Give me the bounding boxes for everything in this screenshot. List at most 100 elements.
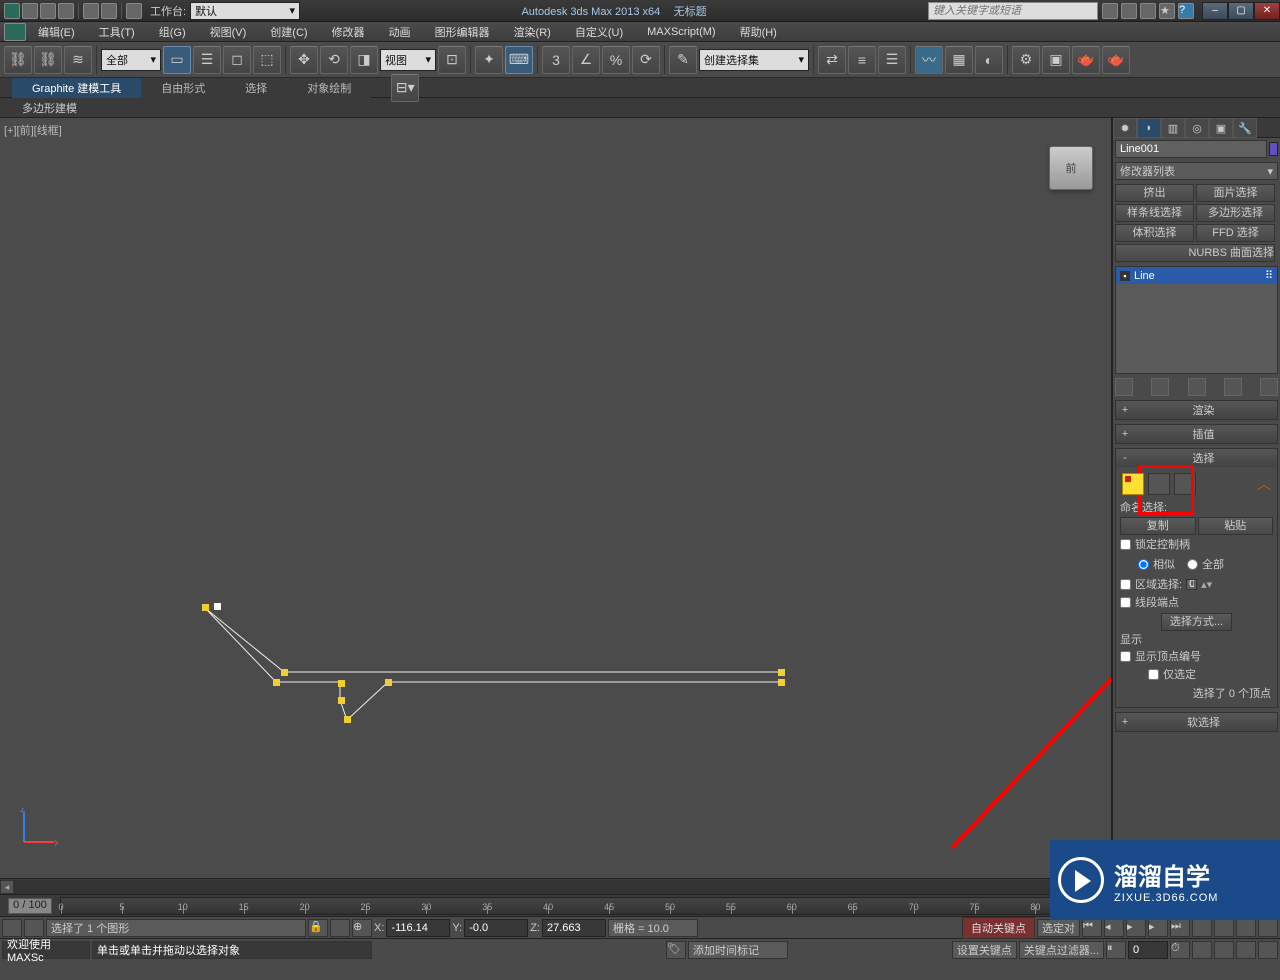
mod-btn-patchsel[interactable]: 面片选择 [1196,184,1275,202]
pin-stack-icon[interactable] [1115,378,1133,396]
nav-fov-icon[interactable] [1258,919,1278,937]
app-menu-icon[interactable] [4,23,26,41]
select-object-icon[interactable]: ▭ [163,46,191,74]
menu-custom[interactable]: 自定义(U) [563,22,635,42]
menu-modifier[interactable]: 修改器 [320,22,377,42]
isolate-icon[interactable] [330,919,350,937]
scale-tool-icon[interactable]: ◨ [350,46,378,74]
nav-pan-icon[interactable] [1192,941,1212,959]
show-end-icon[interactable] [1151,378,1169,396]
selection-filter-dropdown[interactable]: 全部▾ [101,49,161,71]
auto-key-button[interactable]: 自动关键点 [962,917,1035,939]
save-icon[interactable] [58,3,74,19]
snap-toggle-icon[interactable]: 3 [542,46,570,74]
open-icon[interactable] [40,3,56,19]
move-tool-icon[interactable]: ✥ [290,46,318,74]
modifier-list-dropdown[interactable]: 修改器列表▾ [1115,162,1278,180]
lock-handles-check[interactable] [1120,539,1131,550]
curve-editor-icon[interactable]: 〰 [915,46,943,74]
frame-input[interactable] [1128,941,1168,959]
modifier-stack[interactable]: ▪ Line ⠿ [1115,266,1278,374]
next-frame-icon[interactable]: ▸ [1148,919,1168,937]
menu-help[interactable]: 帮助(H) [728,22,789,42]
mod-btn-ffdsel[interactable]: FFD 选择 [1196,224,1275,242]
chevron-up-icon[interactable]: ︿ [1257,474,1271,494]
render-frame-icon[interactable]: ▣ [1042,46,1070,74]
time-config-icon[interactable]: ⏱ [1170,941,1190,959]
exchange-icon[interactable] [1121,3,1137,19]
listener-icon[interactable] [24,919,44,937]
named-sel-edit-icon[interactable]: ✎ [669,46,697,74]
window-crossing-icon[interactable]: ⬚ [253,46,281,74]
mod-btn-nurbs[interactable]: NURBS 曲面选择 [1115,244,1275,262]
unlink-tool-icon[interactable]: ⛓ [34,46,62,74]
unique-icon[interactable] [1188,378,1206,396]
mod-btn-splinesel[interactable]: 样条线选择 [1115,204,1194,222]
menu-animation[interactable]: 动画 [377,22,423,42]
object-name-input[interactable] [1115,140,1267,158]
link-icon[interactable] [126,3,142,19]
nav-walk-icon[interactable] [1258,941,1278,959]
menu-view[interactable]: 视图(V) [198,22,259,42]
copy-button[interactable]: 复制 [1120,517,1196,535]
menu-render[interactable]: 渲染(R) [502,22,563,42]
redo-icon[interactable] [101,3,117,19]
time-slider[interactable]: 0 / 100 [8,898,52,914]
app-icon[interactable] [4,3,20,19]
maximize-button[interactable]: ▢ [1228,2,1254,20]
show-vnum-check[interactable] [1120,651,1131,662]
keyboard-shortcut-icon[interactable]: ⌨ [505,46,533,74]
goto-end-icon[interactable]: ⏭ [1170,919,1190,937]
manipulate-icon[interactable]: ✦ [475,46,503,74]
only-sel-check[interactable] [1148,669,1159,680]
prev-frame-icon[interactable]: ◂ [1104,919,1124,937]
pivot-center-icon[interactable]: ⊡ [438,46,466,74]
key-filter-button[interactable]: 关键点过滤器... [1019,941,1104,959]
seg-end-check[interactable] [1120,597,1131,608]
render-production-icon[interactable]: 🫖 [1102,46,1130,74]
menu-tools[interactable]: 工具(T) [87,22,147,42]
menu-edit[interactable]: 编辑(E) [26,22,87,42]
nav-zoom-all-icon[interactable] [1214,919,1234,937]
ref-coord-dropdown[interactable]: 视图▾ [380,49,436,71]
viewport[interactable]: [+][前][线框] 前 z x [0,118,1112,878]
tab-motion-icon[interactable]: ◎ [1185,118,1209,138]
nav-zoom-icon[interactable] [1192,919,1212,937]
sel-lock-dd[interactable]: 选定对 [1037,919,1080,937]
bind-spacewarp-icon[interactable]: ≋ [64,46,92,74]
mod-btn-volsel[interactable]: 体积选择 [1115,224,1194,242]
sel-lock-icon[interactable]: ⊕ [352,919,372,937]
search-icon[interactable] [1102,3,1118,19]
ribbon-tab-select[interactable]: 选择 [225,78,287,98]
named-sel-dropdown[interactable]: 创建选择集▾ [699,49,809,71]
coord-z-input[interactable] [542,919,606,937]
workspace-dropdown[interactable]: 默认▾ [190,2,300,20]
menu-group[interactable]: 组(G) [147,22,198,42]
favorite-icon[interactable]: ★ [1159,3,1175,19]
subobj-vertex-button[interactable] [1122,473,1144,495]
new-icon[interactable] [22,3,38,19]
key-mode-icon[interactable]: ⏸ [1106,941,1126,959]
goto-start-icon[interactable]: ⏮ [1082,919,1102,937]
ribbon-sub-polymodel[interactable]: 多边形建模 [4,98,95,118]
spinner-snap-icon[interactable]: ⟳ [632,46,660,74]
ribbon-tab-freeform[interactable]: 自由形式 [141,78,225,98]
ribbon-tab-graphite[interactable]: Graphite 建模工具 [12,78,141,98]
area-sel-spinner[interactable] [1186,579,1197,590]
object-color-swatch[interactable] [1269,142,1278,156]
mod-btn-extrude[interactable]: 挤出 [1115,184,1194,202]
menu-create[interactable]: 创建(C) [258,22,319,42]
coord-y-input[interactable] [464,919,528,937]
stack-item-line[interactable]: ▪ Line ⠿ [1116,267,1277,284]
similar-radio[interactable] [1138,559,1149,570]
paste-button[interactable]: 粘贴 [1198,517,1274,535]
material-editor-icon[interactable]: ◐ [975,46,1003,74]
help-search-input[interactable] [928,2,1098,20]
angle-snap-icon[interactable]: ∠ [572,46,600,74]
scroll-left-icon[interactable]: ◂ [0,880,14,894]
expand-icon[interactable]: ▪ [1120,271,1130,281]
tab-display-icon[interactable]: ▣ [1209,118,1233,138]
add-marker-label[interactable]: 添加时间标记 [688,941,788,959]
menu-maxscript[interactable]: MAXScript(M) [635,24,727,40]
help-icon[interactable]: ? [1178,3,1194,19]
